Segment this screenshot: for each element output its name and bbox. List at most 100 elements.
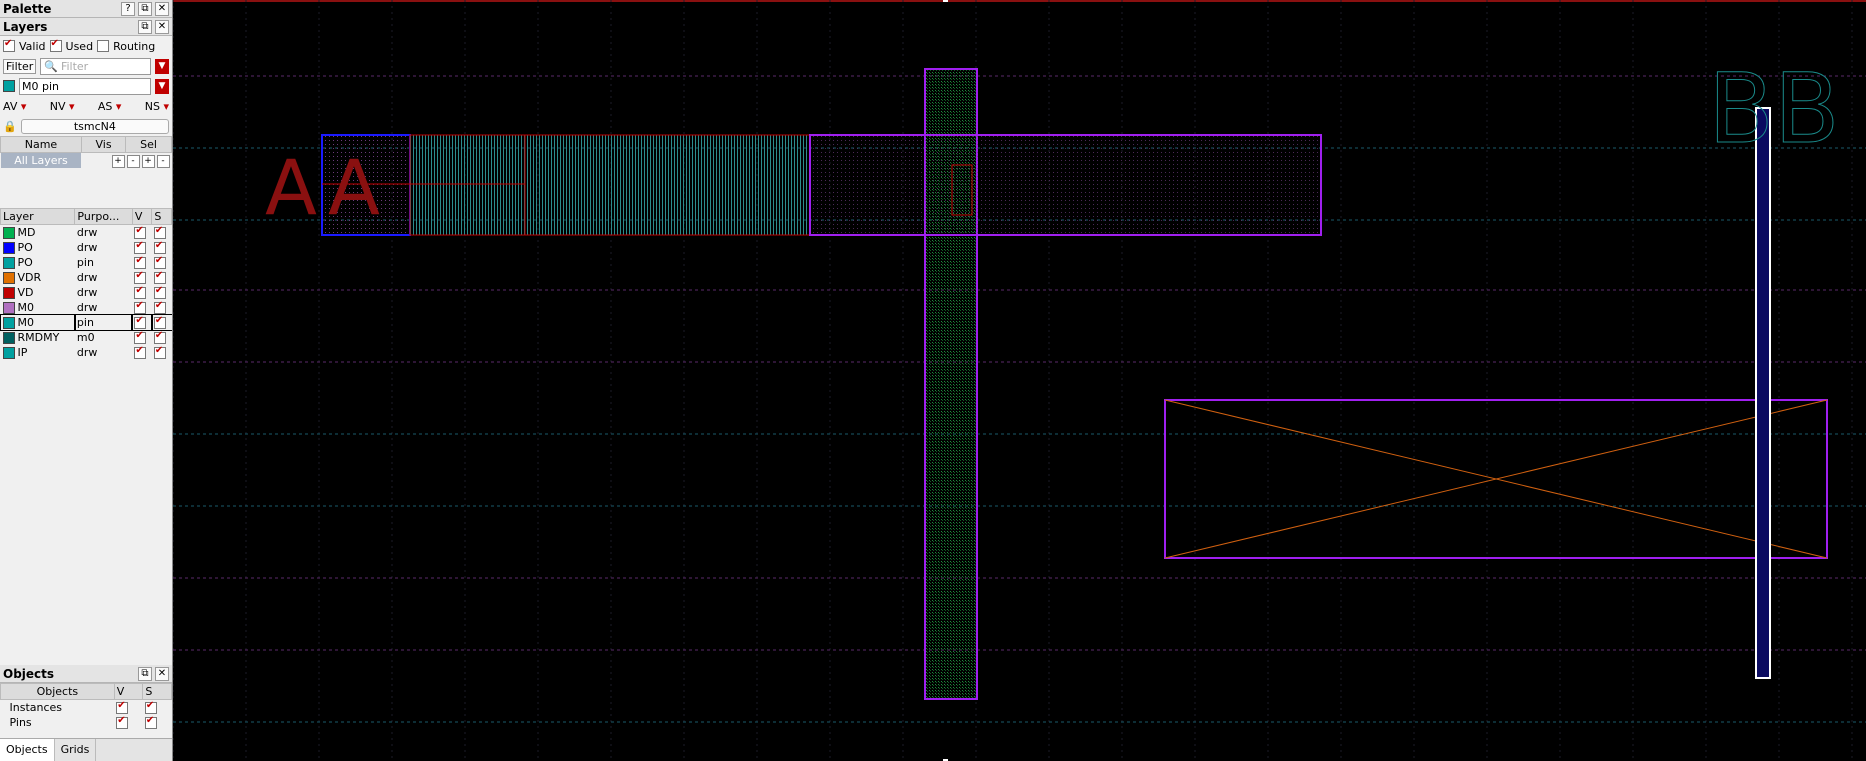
objects-titlebar: Objects ⧉ ✕ bbox=[0, 665, 172, 683]
close-icon[interactable]: ✕ bbox=[155, 666, 169, 681]
minus-icon[interactable]: - bbox=[126, 155, 140, 168]
layer-selectable-checkbox[interactable] bbox=[153, 225, 166, 239]
name-header[interactable]: Name bbox=[0, 136, 82, 153]
layer-swatch-icon bbox=[2, 347, 15, 359]
layer-purpose: drw bbox=[76, 241, 98, 254]
tab-objects[interactable]: Objects bbox=[0, 739, 55, 761]
po-pin-shape[interactable] bbox=[409, 134, 811, 236]
layer-visible-checkbox[interactable] bbox=[134, 330, 147, 344]
as-button[interactable]: AS ▾ bbox=[98, 100, 122, 113]
chevron-down-icon: ▾ bbox=[115, 99, 122, 113]
objects-v-header[interactable]: V bbox=[113, 683, 144, 700]
layer-row[interactable]: MD drw bbox=[1, 225, 172, 241]
layer-selectable-checkbox[interactable] bbox=[153, 270, 166, 284]
layout-canvas[interactable]: A A BB bbox=[173, 0, 1866, 761]
filter-input[interactable]: 🔍 Filter bbox=[40, 57, 151, 75]
layer-swatch-icon bbox=[2, 257, 15, 269]
av-button[interactable]: AV ▾ bbox=[3, 100, 26, 113]
all-layers-item[interactable]: All Layers bbox=[0, 152, 82, 168]
layer-visible-checkbox[interactable] bbox=[134, 285, 147, 299]
ns-button[interactable]: NS ▾ bbox=[145, 100, 169, 113]
instances-item[interactable]: Instances bbox=[1, 700, 115, 716]
layer-row[interactable]: IP drw bbox=[1, 345, 172, 360]
layer-selectable-cell bbox=[152, 270, 172, 285]
pins-s-checkbox[interactable] bbox=[144, 715, 157, 729]
nv-label: NV bbox=[49, 99, 66, 113]
layer-row[interactable]: PO drw bbox=[1, 240, 172, 255]
layer-name-cell: PO bbox=[1, 240, 75, 255]
pins-item[interactable]: Pins bbox=[1, 715, 115, 730]
objects-header[interactable]: Objects bbox=[0, 683, 115, 700]
layer-row[interactable]: M0 drw bbox=[1, 300, 172, 315]
instances-v-checkbox[interactable] bbox=[116, 700, 129, 714]
used-checkbox[interactable] bbox=[49, 38, 62, 52]
layer-header[interactable]: Layer bbox=[0, 208, 76, 225]
search-icon: 🔍 bbox=[44, 59, 58, 73]
layer-name-cell: VD bbox=[1, 285, 75, 300]
vis-header[interactable]: Vis bbox=[80, 136, 127, 153]
layer-visible-checkbox[interactable] bbox=[134, 315, 147, 329]
layer-selectable-checkbox[interactable] bbox=[153, 255, 166, 269]
layer-selectable-checkbox[interactable] bbox=[153, 330, 166, 344]
layer-selectable-checkbox[interactable] bbox=[153, 240, 166, 254]
layer-selectable-checkbox[interactable] bbox=[153, 315, 166, 329]
minus-icon[interactable]: - bbox=[156, 155, 170, 168]
layer-visible-checkbox[interactable] bbox=[134, 255, 147, 269]
sel-header[interactable]: Sel bbox=[125, 136, 172, 153]
layer-swatch-icon bbox=[2, 332, 15, 344]
used-label: Used bbox=[65, 39, 94, 53]
layer-name-cell: MD bbox=[1, 225, 75, 241]
layer-selectable-cell bbox=[152, 300, 172, 315]
tab-grids[interactable]: Grids bbox=[55, 739, 97, 761]
label-a-outer: A bbox=[265, 143, 317, 232]
layer-purpose: drw bbox=[76, 226, 98, 239]
layer-selectable-checkbox[interactable] bbox=[153, 345, 166, 359]
layer-name: VDR bbox=[17, 271, 42, 284]
current-layer-dropdown-icon[interactable]: ▼ bbox=[155, 78, 169, 94]
layer-selectable-cell bbox=[152, 255, 172, 270]
plus-icon[interactable]: + bbox=[141, 155, 155, 168]
float-icon[interactable]: ⧉ bbox=[138, 19, 152, 34]
layer-visible-checkbox[interactable] bbox=[134, 270, 147, 284]
layer-row[interactable]: VD drw bbox=[1, 285, 172, 300]
layer-row[interactable]: M0 pin bbox=[0, 314, 172, 331]
layer-swatch-icon bbox=[2, 272, 15, 284]
m0-drw-shape[interactable] bbox=[809, 134, 1322, 236]
layer-name: M0 bbox=[17, 301, 35, 314]
layer-row[interactable]: PO pin bbox=[1, 255, 172, 270]
layer-purpose: drw bbox=[76, 271, 98, 284]
layer-visible-checkbox[interactable] bbox=[134, 225, 147, 239]
lock-icon[interactable]: 🔒 bbox=[3, 120, 17, 133]
nv-button[interactable]: NV ▾ bbox=[50, 100, 75, 113]
pins-v-checkbox[interactable] bbox=[116, 715, 129, 729]
layer-selectable-checkbox[interactable] bbox=[153, 300, 166, 314]
s-header[interactable]: S bbox=[151, 208, 172, 225]
layer-visible-checkbox[interactable] bbox=[134, 300, 147, 314]
layer-selectable-checkbox[interactable] bbox=[153, 285, 166, 299]
plus-icon[interactable]: + bbox=[111, 155, 125, 168]
v-header[interactable]: V bbox=[131, 208, 153, 225]
list-item[interactable]: Instances bbox=[1, 700, 172, 716]
valid-checkbox[interactable] bbox=[3, 38, 15, 52]
help-icon[interactable]: ? bbox=[121, 1, 135, 16]
current-layer-select[interactable]: M0 pin bbox=[19, 77, 151, 95]
filter-button[interactable]: Filter bbox=[3, 58, 37, 74]
techlib-button[interactable]: tsmcN4 bbox=[20, 118, 169, 134]
close-icon[interactable]: ✕ bbox=[155, 1, 169, 16]
layer-visible-checkbox[interactable] bbox=[134, 345, 147, 359]
list-item[interactable]: Pins bbox=[1, 715, 172, 730]
m0-pin-shape[interactable] bbox=[1755, 107, 1771, 679]
float-icon[interactable]: ⧉ bbox=[138, 1, 152, 16]
layer-row[interactable]: VDR drw bbox=[1, 270, 172, 285]
filter-dropdown-icon[interactable]: ▼ bbox=[155, 58, 169, 74]
layer-visible-checkbox[interactable] bbox=[134, 240, 147, 254]
float-icon[interactable]: ⧉ bbox=[138, 666, 152, 681]
routing-checkbox[interactable] bbox=[97, 40, 110, 52]
layer-purpose: drw bbox=[76, 286, 98, 299]
close-icon[interactable]: ✕ bbox=[155, 19, 169, 34]
instances-s-checkbox[interactable] bbox=[144, 700, 157, 714]
purpose-header[interactable]: Purpo... bbox=[74, 208, 133, 225]
layer-row[interactable]: RMDMY m0 bbox=[1, 330, 172, 345]
objects-s-header[interactable]: S bbox=[142, 683, 172, 700]
palette-title: Palette bbox=[3, 1, 52, 16]
